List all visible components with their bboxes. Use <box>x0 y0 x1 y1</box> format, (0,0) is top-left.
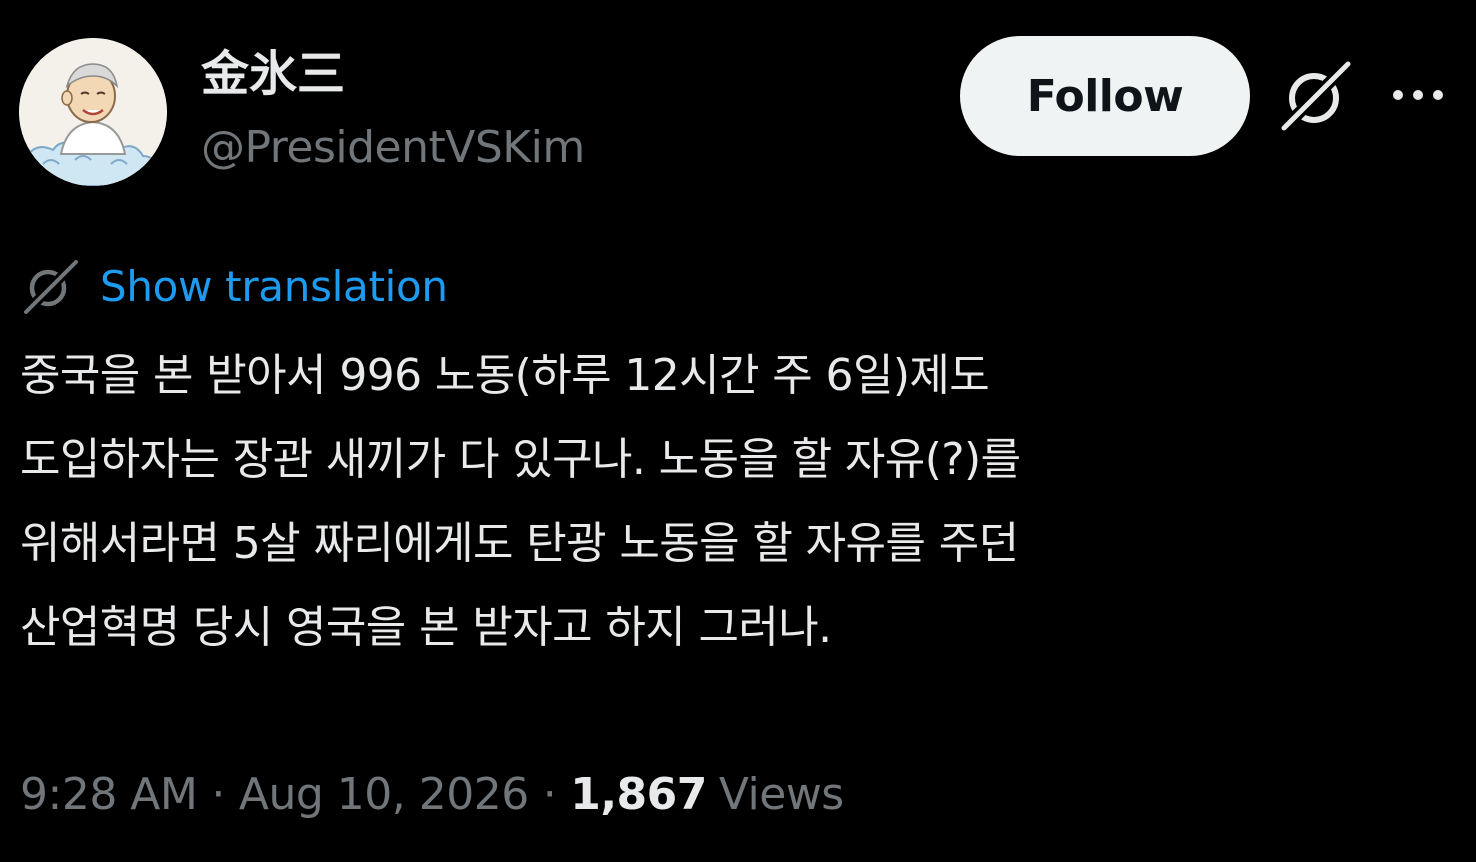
tweet-text-line: 도입하자는 장관 새끼가 다 있구나. 노동을 할 자유(?)를 <box>20 434 1021 485</box>
more-icon[interactable] <box>1388 80 1448 110</box>
tweet-text-line: 위해서라면 5살 짜리에게도 탄광 노동을 할 자유를 주던 <box>20 518 1019 569</box>
views-label: Views <box>718 768 844 820</box>
tweet-date[interactable]: Aug 10, 2026 <box>239 769 529 820</box>
show-translation-label: Show translation <box>100 261 448 311</box>
grok-icon[interactable] <box>1278 58 1354 134</box>
follow-button[interactable]: Follow <box>960 36 1250 156</box>
avatar[interactable] <box>19 38 167 186</box>
meta-separator: · <box>542 768 557 820</box>
tweet-text: 중국을 본 받아서 996 노동(하루 12시간 주 6일)제도 도입하자는 장… <box>20 334 1460 670</box>
author-display-name[interactable]: 金氷三 <box>201 42 345 106</box>
author-handle[interactable]: @PresidentVSKim <box>201 118 585 178</box>
show-translation-link[interactable]: Show translation <box>20 254 448 318</box>
tweet-text-line: 산업혁명 당시 영국을 본 받자고 하지 그러나. <box>20 602 832 653</box>
tweet-text-line: 중국을 본 받아서 996 노동(하루 12시간 주 6일)제도 <box>20 350 990 401</box>
views-count[interactable]: 1,867 <box>570 769 707 820</box>
cartoon-portrait-avatar <box>19 38 167 186</box>
tweet-meta: 9:28 AM · Aug 10, 2026 · 1,867 Views <box>20 762 844 826</box>
meta-separator: · <box>211 768 225 820</box>
translate-icon <box>20 256 81 317</box>
tweet-time[interactable]: 9:28 AM <box>20 769 198 820</box>
